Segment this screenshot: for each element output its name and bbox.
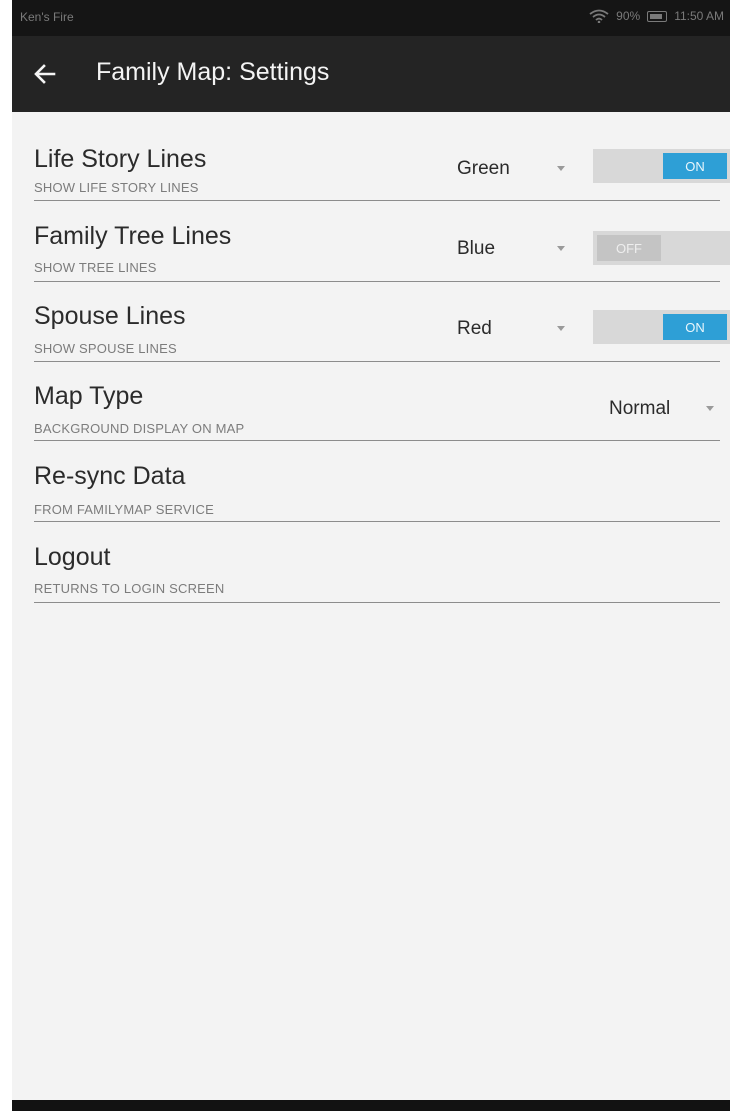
family-tree-lines-toggle[interactable]: OFF (593, 231, 730, 265)
setting-title: Family Tree Lines (34, 222, 232, 250)
setting-life-story-lines: Life Story Lines SHOW LIFE STORY LINES G… (34, 138, 730, 201)
clock-time: 11:50 AM (674, 9, 724, 23)
dropdown-value: Green (457, 158, 510, 179)
page-title: Family Map: Settings (96, 58, 330, 86)
spouse-lines-toggle[interactable]: ON (593, 310, 730, 344)
family-tree-color-dropdown[interactable]: Blue (457, 232, 567, 266)
dropdown-arrow-icon (557, 326, 565, 331)
settings-screen: Ken's Fire 90% 11:50 AM Family Map: Sett… (12, 0, 730, 1111)
status-indicators: 90% 11:50 AM (589, 9, 724, 23)
navigation-bar (12, 1100, 730, 1111)
setting-title: Re-sync Data (34, 462, 186, 490)
setting-title: Spouse Lines (34, 302, 186, 330)
setting-family-tree-lines: Family Tree Lines SHOW TREE LINES Blue O… (34, 201, 730, 282)
dropdown-arrow-icon (557, 246, 565, 251)
setting-subtitle: FROM FAMILYMAP SERVICE (34, 502, 214, 517)
setting-subtitle: SHOW SPOUSE LINES (34, 341, 177, 356)
toggle-label: OFF (597, 235, 661, 261)
setting-map-type: Map Type BACKGROUND DISPLAY ON MAP Norma… (34, 362, 720, 441)
toggle-label: ON (663, 153, 727, 179)
setting-subtitle: SHOW TREE LINES (34, 260, 157, 275)
toggle-label: ON (663, 314, 727, 340)
map-type-dropdown[interactable]: Normal (609, 392, 720, 426)
dropdown-value: Red (457, 318, 492, 339)
status-bar: Ken's Fire 90% 11:50 AM (12, 0, 730, 36)
setting-title: Life Story Lines (34, 145, 207, 173)
setting-resync-data[interactable]: Re-sync Data FROM FAMILYMAP SERVICE (34, 441, 720, 522)
action-bar: Family Map: Settings (12, 36, 730, 112)
setting-subtitle: SHOW LIFE STORY LINES (34, 180, 199, 195)
setting-subtitle: RETURNS TO LOGIN SCREEN (34, 581, 225, 596)
back-arrow-icon[interactable] (32, 61, 58, 87)
spouse-color-dropdown[interactable]: Red (457, 312, 567, 346)
dropdown-value: Normal (609, 398, 671, 419)
row-divider (34, 602, 720, 603)
setting-spouse-lines: Spouse Lines SHOW SPOUSE LINES Red ON (34, 282, 730, 362)
device-name: Ken's Fire (20, 10, 74, 24)
setting-title: Logout (34, 543, 111, 571)
dropdown-arrow-icon (557, 166, 565, 171)
battery-percent: 90% (616, 9, 641, 23)
setting-title: Map Type (34, 382, 144, 410)
life-story-color-dropdown[interactable]: Green (457, 152, 567, 186)
setting-subtitle: BACKGROUND DISPLAY ON MAP (34, 421, 245, 436)
setting-logout[interactable]: Logout RETURNS TO LOGIN SCREEN (34, 522, 720, 603)
dropdown-arrow-icon (706, 406, 714, 411)
wifi-icon (589, 9, 609, 23)
life-story-lines-toggle[interactable]: ON (593, 149, 730, 183)
dropdown-value: Blue (457, 238, 496, 259)
battery-icon (647, 10, 668, 22)
